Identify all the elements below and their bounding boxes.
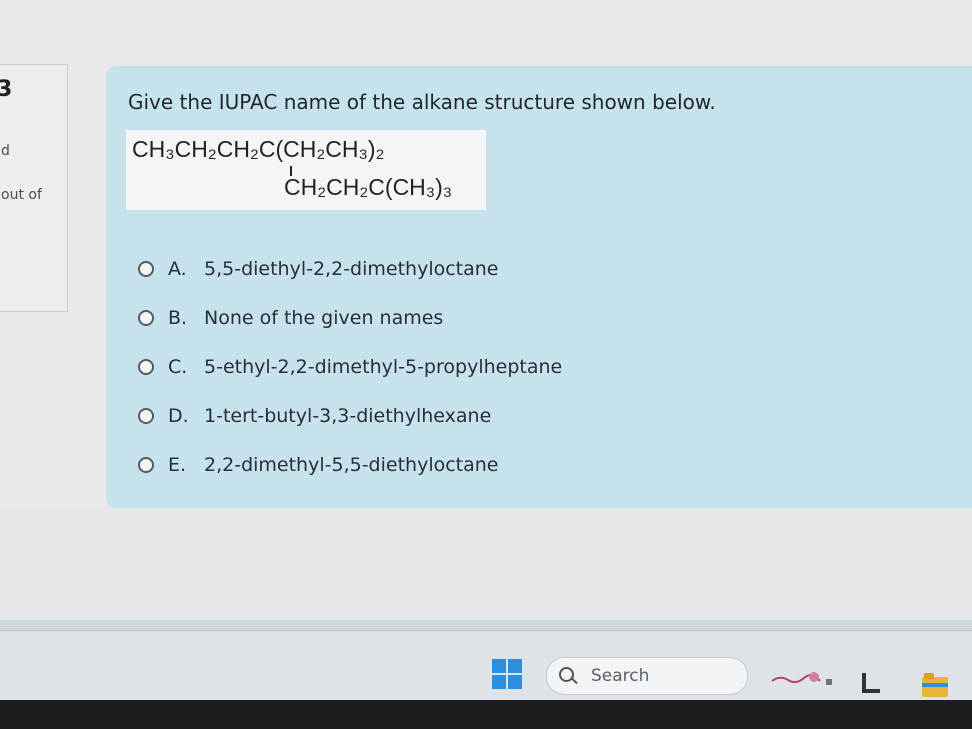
option-letter: C.	[168, 355, 188, 378]
option-d[interactable]: D. 1-tert-butyl-3,3-diethylhexane	[138, 391, 562, 440]
formula-branch: CH₂CH₂C(CH₃)₃	[284, 174, 453, 200]
question-status: d	[1, 143, 10, 159]
answer-options: A. 5,5-diethyl-2,2-dimethyloctane B. Non…	[138, 244, 562, 489]
radio-button-a[interactable]	[138, 260, 154, 277]
structure-formula-image: CH₃CH₂CH₂C(CH₂CH₃)₂ CH₂CH₂C(CH₃)₃	[126, 130, 486, 210]
radio-button-b[interactable]	[138, 309, 154, 326]
radio-button-c[interactable]	[138, 358, 154, 375]
monitor-bezel	[0, 700, 972, 729]
taskbar-shadow	[0, 620, 972, 630]
page-top-background	[0, 0, 972, 68]
option-letter: B.	[168, 306, 188, 329]
radio-button-e[interactable]	[138, 456, 154, 473]
question-marks: out of	[1, 187, 42, 203]
question-card: Give the IUPAC name of the alkane struct…	[106, 66, 972, 508]
radio-button-d[interactable]	[138, 407, 154, 424]
option-b[interactable]: B. None of the given names	[138, 293, 562, 342]
search-label: Search	[591, 666, 650, 686]
option-letter: D.	[168, 404, 189, 427]
taskbar-search[interactable]: Search	[546, 657, 748, 695]
option-text: 5,5-diethyl-2,2-dimethyloctane	[204, 257, 499, 280]
widgets-icon[interactable]	[770, 669, 836, 689]
option-e[interactable]: E. 2,2-dimethyl-5,5-diethyloctane	[138, 440, 562, 489]
formula-main-chain: CH₃CH₂CH₂C(CH₂CH₃)₂	[132, 136, 385, 162]
option-a[interactable]: A. 5,5-diethyl-2,2-dimethyloctane	[138, 244, 562, 293]
windows-start-icon[interactable]	[492, 659, 522, 689]
option-text: 1-tert-butyl-3,3-diethylhexane	[204, 404, 492, 427]
option-letter: E.	[168, 453, 187, 476]
page-bottom-background	[0, 508, 972, 620]
search-icon	[559, 667, 577, 685]
option-letter: A.	[168, 257, 187, 280]
option-text: 5-ethyl-2,2-dimethyl-5-propylheptane	[204, 355, 563, 378]
option-text: None of the given names	[204, 306, 444, 329]
folder-icon[interactable]	[920, 671, 950, 699]
windows-taskbar: Search	[0, 630, 972, 701]
option-c[interactable]: C. 5-ethyl-2,2-dimethyl-5-propylheptane	[138, 342, 562, 391]
file-icon[interactable]	[858, 671, 882, 695]
option-text: 2,2-dimethyl-5,5-diethyloctane	[204, 453, 499, 476]
question-number: 3	[0, 77, 13, 102]
question-prompt: Give the IUPAC name of the alkane struct…	[128, 90, 716, 114]
question-info-panel: 3 d out of	[0, 64, 68, 312]
